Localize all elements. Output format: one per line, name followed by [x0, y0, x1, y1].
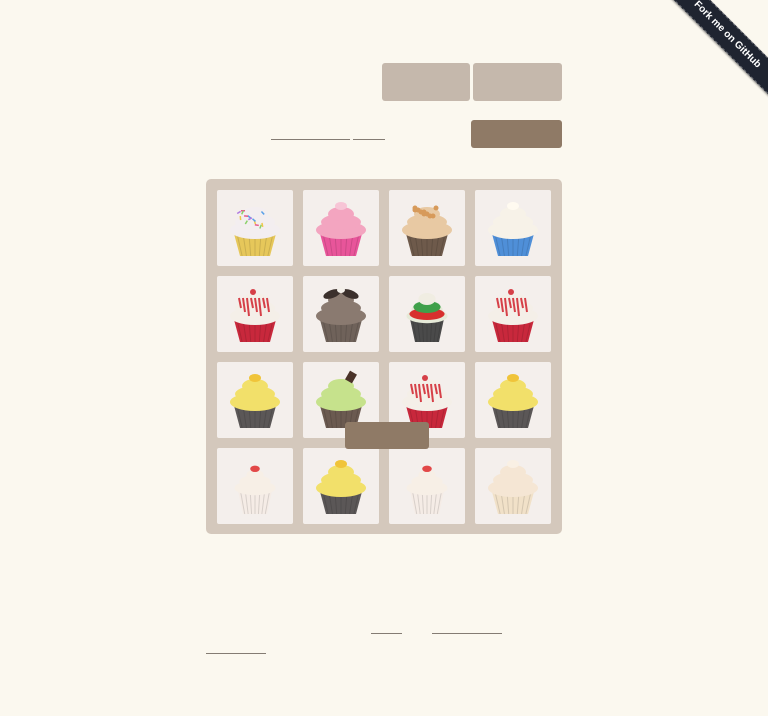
cupcake-image	[316, 460, 366, 515]
cupcake-image	[234, 465, 276, 515]
cupcake-image	[316, 202, 366, 257]
tile	[217, 276, 293, 352]
best-score-box	[473, 63, 562, 101]
cupcake-image	[316, 287, 366, 343]
github-ribbon-link[interactable]: Fork me on GitHub	[668, 0, 768, 98]
cupcake-image	[402, 205, 452, 257]
cupcake-image	[230, 289, 280, 343]
cupcake-image	[488, 460, 538, 515]
tile	[475, 276, 551, 352]
intro-link-2[interactable]	[353, 127, 385, 140]
tile	[217, 362, 293, 438]
tile	[217, 448, 293, 524]
tile	[303, 276, 379, 352]
cupcake-image	[230, 374, 280, 429]
board-overlay-button[interactable]	[345, 422, 429, 449]
cupcake-image	[488, 289, 538, 343]
game-board[interactable]	[206, 179, 562, 534]
tile	[389, 276, 465, 352]
github-ribbon-container: Fork me on GitHub	[668, 0, 768, 100]
tile	[389, 448, 465, 524]
tile	[303, 448, 379, 524]
score-box	[382, 63, 470, 101]
tile	[475, 362, 551, 438]
cupcake-image	[488, 374, 538, 429]
cupcake-image	[488, 202, 538, 257]
intro-link-1[interactable]	[271, 127, 350, 140]
footer-link-1[interactable]	[371, 621, 402, 634]
game-page: Fork me on GitHub	[0, 0, 768, 716]
cupcake-image	[406, 465, 448, 515]
tile	[303, 190, 379, 266]
footer-link-3[interactable]	[206, 641, 266, 654]
tile	[475, 448, 551, 524]
cupcake-image	[230, 207, 280, 257]
tile	[475, 190, 551, 266]
footer-link-2[interactable]	[432, 621, 502, 634]
cupcake-image	[406, 293, 448, 343]
tile	[389, 190, 465, 266]
tile	[217, 190, 293, 266]
new-game-button[interactable]	[471, 120, 562, 148]
